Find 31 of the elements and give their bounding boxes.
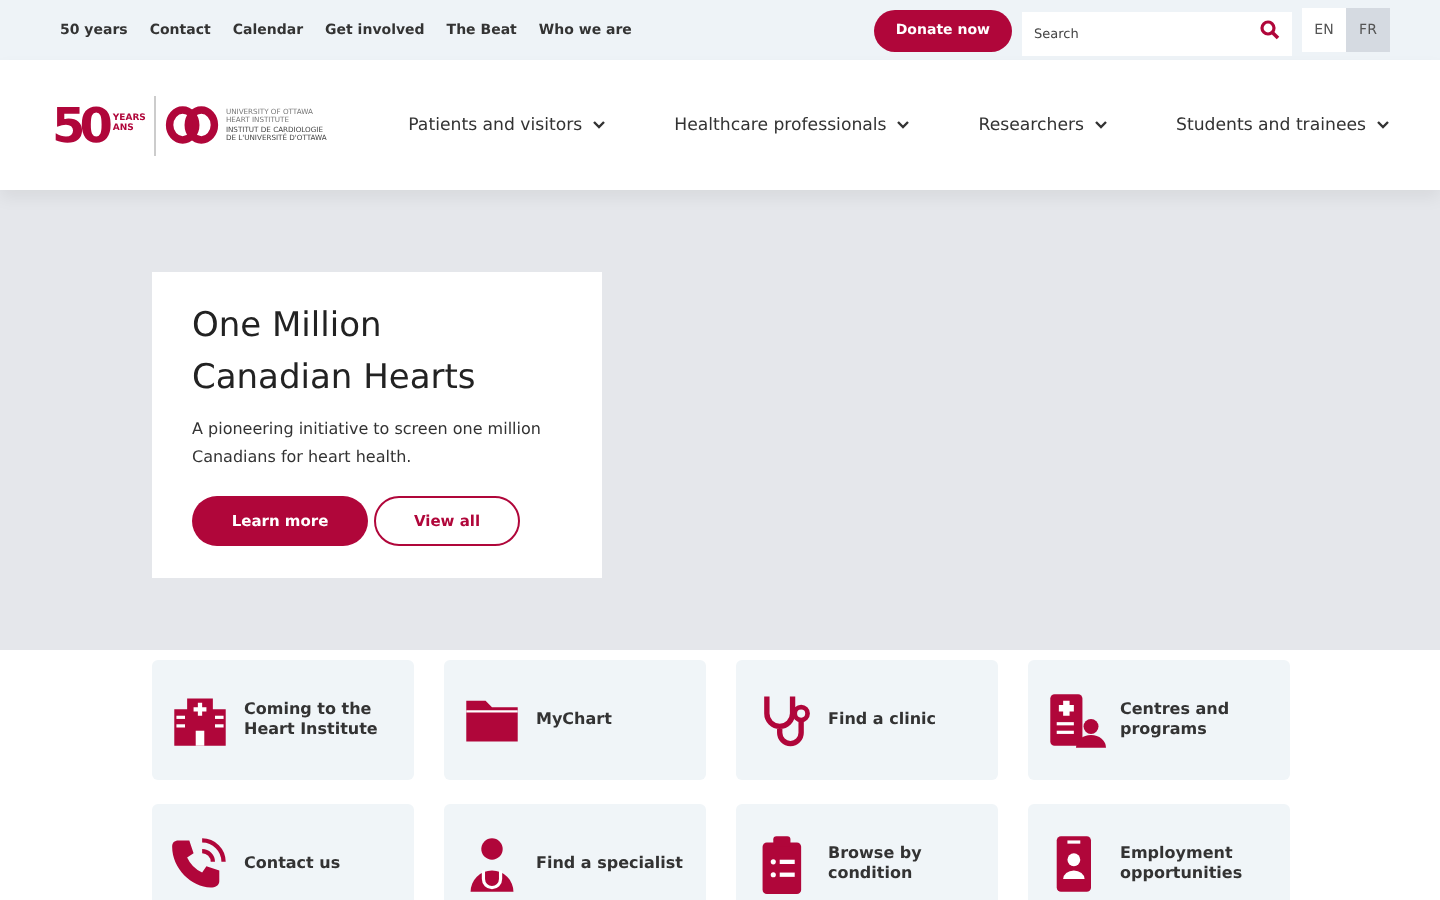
tile-label: MyChart xyxy=(536,710,612,730)
menu-item[interactable]: Students and trainees xyxy=(1176,115,1390,135)
hero-text: A pioneering initiative to screen one million Canadians for heart health. xyxy=(192,418,543,470)
phone-icon xyxy=(170,834,230,894)
search-icon[interactable] xyxy=(1260,20,1280,40)
hero-title: One Million Canadian Hearts xyxy=(192,304,478,402)
quick-link-tile[interactable]: Contact us xyxy=(152,804,414,900)
quick-link-tile[interactable]: Employment opportunities xyxy=(1028,804,1290,900)
quick-link-tile[interactable]: Find a clinic xyxy=(736,660,998,780)
tile-label: Employment opportunities xyxy=(1120,844,1245,884)
quick-link-tile[interactable]: MyChart xyxy=(444,660,706,780)
quick-link-tile[interactable]: Coming to the Heart Institute xyxy=(152,660,414,780)
chevron-down-icon xyxy=(592,120,607,130)
chevron-down-icon xyxy=(1376,120,1390,130)
tile-label: Find a specialist xyxy=(536,854,683,874)
tile-label: Centres and programs xyxy=(1120,700,1232,740)
clinic-person-icon xyxy=(1046,690,1106,750)
tile-label: Browse by condition xyxy=(828,844,924,884)
quick-link-tile[interactable]: Centres and programs xyxy=(1028,660,1290,780)
quick-link-tile[interactable]: Browse by condition xyxy=(736,804,998,900)
logo-number: 50 xyxy=(52,101,107,149)
tile-label: Find a clinic xyxy=(828,710,937,730)
menu-item[interactable]: Patients and visitors xyxy=(408,115,607,135)
chevron-down-icon xyxy=(1094,120,1108,130)
tile-label: Contact us xyxy=(244,854,341,874)
menu-item[interactable]: Healthcare professionals xyxy=(674,115,911,135)
quick-link-tile[interactable]: Find a specialist xyxy=(444,804,706,900)
menu-item[interactable]: Researchers xyxy=(978,115,1108,135)
heart-rings-icon xyxy=(163,104,220,146)
tile-label: Coming to the Heart Institute xyxy=(244,700,380,740)
chevron-down-icon xyxy=(896,120,911,130)
